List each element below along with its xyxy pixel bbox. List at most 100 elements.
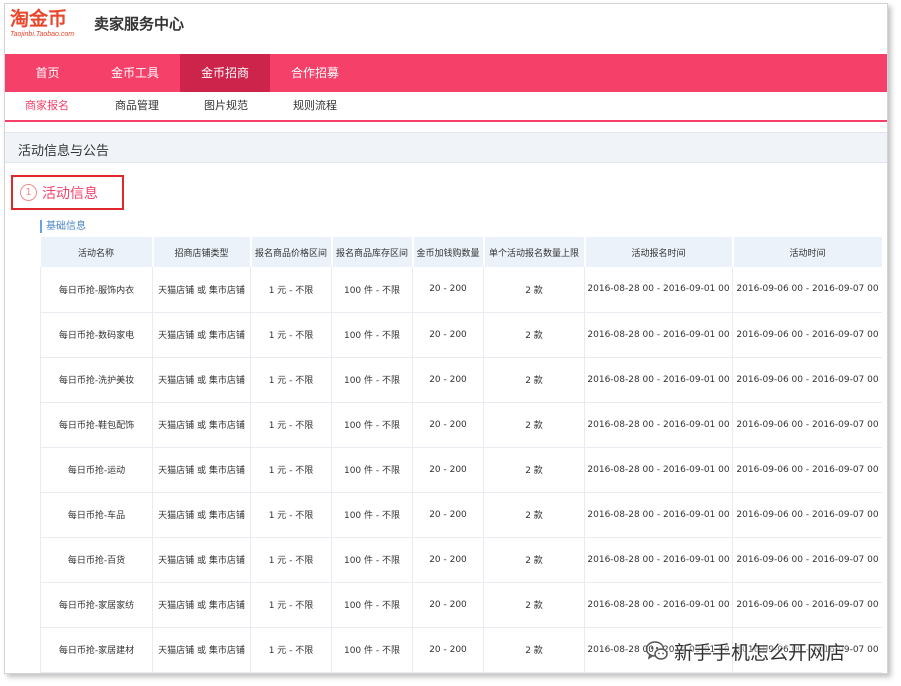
table-cell: 每日币抢-运动 bbox=[40, 447, 153, 493]
table-cell: 2 款 bbox=[483, 402, 585, 448]
table-cell: 2016-08-28 00 - 2016-09-01 00 bbox=[584, 582, 733, 628]
table-cell: 2016-08-28 00 - 2016-09-01 00 bbox=[584, 267, 733, 313]
site-title: 卖家服务中心 bbox=[94, 15, 185, 33]
table-cell: 1 元 - 不限 bbox=[250, 402, 332, 448]
table-cell: 1 元 - 不限 bbox=[250, 582, 332, 628]
table-cell: 2 款 bbox=[483, 357, 585, 403]
page-header: 淘金币 Taojinbi.Taobao.com 卖家服务中心 bbox=[5, 4, 887, 54]
activity-info-title: 活动信息 bbox=[42, 186, 98, 202]
table-row: 每日币抢-洗护美妆 天猫店铺 或 集市店铺 1 元 - 不限 100 件 - 不限 20… bbox=[40, 357, 882, 403]
table-cell: 2 款 bbox=[483, 492, 585, 538]
table-cell: 20 - 200 bbox=[412, 492, 484, 538]
table-cell: 天猫店铺 或 集市店铺 bbox=[152, 267, 251, 313]
table-cell: 2016-08-28 00 - 2016-09-01 00 bbox=[584, 357, 733, 403]
table-cell: 2016-09-06 00 - 2016-09-07 00 bbox=[732, 312, 882, 358]
table-cell: 20 - 200 bbox=[412, 357, 484, 403]
table-cell: 天猫店铺 或 集市店铺 bbox=[152, 312, 251, 358]
table-cell: 每日币抢-车品 bbox=[40, 492, 153, 538]
column-header: 单个活动报名数量上限 bbox=[483, 237, 586, 267]
activity-table: 活动名称 招商店铺类型 报名商品价格区间 报名商品库存区间 金币加钱购数量 单个活动报名数… bbox=[40, 237, 882, 673]
nav-item-coin-tools[interactable]: 金币工具 bbox=[90, 54, 180, 92]
logo-text: 淘金币 bbox=[10, 8, 68, 30]
table-cell: 100 件 - 不限 bbox=[331, 582, 413, 628]
table-cell: 20 - 200 bbox=[412, 627, 484, 673]
basic-info-label: 基础信息 bbox=[40, 220, 86, 233]
section-title: 活动信息与公告 bbox=[18, 144, 110, 159]
table-cell: 100 件 - 不限 bbox=[331, 492, 413, 538]
primary-nav: 首页 金币工具 金币招商 合作招募 bbox=[5, 54, 887, 92]
activity-info-highlight: 1 活动信息 bbox=[11, 175, 124, 210]
table-cell: 100 件 - 不限 bbox=[331, 447, 413, 493]
table-cell: 100 件 - 不限 bbox=[331, 402, 413, 448]
column-header: 报名商品库存区间 bbox=[331, 237, 414, 267]
column-header: 报名商品价格区间 bbox=[250, 237, 333, 267]
table-cell: 2016-08-28 00 - 2016-09-01 00 bbox=[584, 537, 733, 583]
table-cell: 2 款 bbox=[483, 537, 585, 583]
browser-frame: 淘金币 Taojinbi.Taobao.com 卖家服务中心 首页 金币工具 金… bbox=[4, 3, 888, 674]
table-cell: 每日币抢-家居家纺 bbox=[40, 582, 153, 628]
column-header: 活动报名时间 bbox=[584, 237, 734, 267]
nav-item-home[interactable]: 首页 bbox=[5, 54, 90, 92]
table-cell: 1 元 - 不限 bbox=[250, 447, 332, 493]
activity-table-container: 活动名称 招商店铺类型 报名商品价格区间 报名商品库存区间 金币加钱购数量 单个活动报名数… bbox=[40, 237, 882, 673]
watermark: 新手手机怎么开网店 bbox=[645, 635, 845, 667]
table-cell: 2016-08-28 00 - 2016-09-01 00 bbox=[584, 402, 733, 448]
subnav-item-rules-process[interactable]: 规则流程 bbox=[293, 92, 337, 120]
table-cell: 100 件 - 不限 bbox=[331, 312, 413, 358]
table-cell: 20 - 200 bbox=[412, 402, 484, 448]
table-cell: 2 款 bbox=[483, 447, 585, 493]
table-cell: 100 件 - 不限 bbox=[331, 627, 413, 673]
table-cell: 每日币抢-家居建材 bbox=[40, 627, 153, 673]
nav-item-partner-recruit[interactable]: 合作招募 bbox=[270, 54, 360, 92]
table-row: 每日币抢-服饰内衣 天猫店铺 或 集市店铺 1 元 - 不限 100 件 - 不限 20… bbox=[40, 267, 882, 313]
table-cell: 20 - 200 bbox=[412, 582, 484, 628]
table-row: 每日币抢-运动 天猫店铺 或 集市店铺 1 元 - 不限 100 件 - 不限 20 -… bbox=[40, 447, 882, 493]
table-cell: 2016-09-06 00 - 2016-09-07 00 bbox=[732, 537, 882, 583]
nav-item-coin-recruit[interactable]: 金币招商 bbox=[180, 54, 270, 92]
table-cell: 每日币抢-洗护美妆 bbox=[40, 357, 153, 403]
table-cell: 2 款 bbox=[483, 582, 585, 628]
subnav-item-product-management[interactable]: 商品管理 bbox=[115, 92, 159, 120]
table-cell: 2016-08-28 00 - 2016-09-01 00 bbox=[584, 492, 733, 538]
table-cell: 天猫店铺 或 集市店铺 bbox=[152, 537, 251, 583]
table-cell: 2016-09-06 00 - 2016-09-07 00 bbox=[732, 357, 882, 403]
table-row: 每日币抢-鞋包配饰 天猫店铺 或 集市店铺 1 元 - 不限 100 件 - 不限 20… bbox=[40, 402, 882, 448]
table-cell: 天猫店铺 或 集市店铺 bbox=[152, 357, 251, 403]
column-header: 金币加钱购数量 bbox=[412, 237, 485, 267]
column-header: 活动时间 bbox=[732, 237, 882, 267]
table-cell: 20 - 200 bbox=[412, 537, 484, 583]
table-row: 每日币抢-百货 天猫店铺 或 集市店铺 1 元 - 不限 100 件 - 不限 20 -… bbox=[40, 537, 882, 583]
taojinbi-logo[interactable]: 淘金币 Taojinbi.Taobao.com bbox=[10, 8, 90, 44]
table-cell: 每日币抢-鞋包配饰 bbox=[40, 402, 153, 448]
subnav-item-merchant-signup[interactable]: 商家报名 bbox=[25, 92, 69, 120]
table-cell: 每日币抢-百货 bbox=[40, 537, 153, 583]
table-cell: 1 元 - 不限 bbox=[250, 537, 332, 583]
table-cell: 1 元 - 不限 bbox=[250, 627, 332, 673]
table-cell: 天猫店铺 或 集市店铺 bbox=[152, 402, 251, 448]
table-cell: 天猫店铺 或 集市店铺 bbox=[152, 627, 251, 673]
table-row: 每日币抢-车品 天猫店铺 或 集市店铺 1 元 - 不限 100 件 - 不限 20 -… bbox=[40, 492, 882, 538]
table-cell: 100 件 - 不限 bbox=[331, 357, 413, 403]
wechat-icon bbox=[645, 641, 668, 660]
table-cell: 2 款 bbox=[483, 312, 585, 358]
table-cell: 20 - 200 bbox=[412, 312, 484, 358]
table-cell: 1 元 - 不限 bbox=[250, 267, 332, 313]
table-cell: 2 款 bbox=[483, 267, 585, 313]
table-cell: 2 款 bbox=[483, 627, 585, 673]
table-cell: 2016-08-28 00 - 2016-09-01 00 bbox=[584, 447, 733, 493]
table-header-row: 活动名称 招商店铺类型 报名商品价格区间 报名商品库存区间 金币加钱购数量 单个活动报名数… bbox=[40, 237, 882, 267]
table-cell: 1 元 - 不限 bbox=[250, 492, 332, 538]
watermark-text: 新手手机怎么开网店 bbox=[674, 641, 846, 664]
table-cell: 100 件 - 不限 bbox=[331, 267, 413, 313]
column-header: 活动名称 bbox=[40, 237, 154, 267]
subnav-item-image-spec[interactable]: 图片规范 bbox=[204, 92, 248, 120]
table-cell: 2016-09-06 00 - 2016-09-07 00 bbox=[732, 267, 882, 313]
logo-subtext: Taojinbi.Taobao.com bbox=[10, 31, 75, 38]
table-cell: 2016-09-06 00 - 2016-09-07 00 bbox=[732, 447, 882, 493]
table-cell: 2016-09-06 00 - 2016-09-07 00 bbox=[732, 492, 882, 538]
secondary-nav: 商家报名 商品管理 图片规范 规则流程 bbox=[5, 92, 887, 122]
table-cell: 1 元 - 不限 bbox=[250, 357, 332, 403]
table-cell: 天猫店铺 或 集市店铺 bbox=[152, 447, 251, 493]
table-body: 每日币抢-服饰内衣 天猫店铺 或 集市店铺 1 元 - 不限 100 件 - 不限 20… bbox=[40, 267, 882, 673]
table-cell: 每日币抢-服饰内衣 bbox=[40, 267, 153, 313]
